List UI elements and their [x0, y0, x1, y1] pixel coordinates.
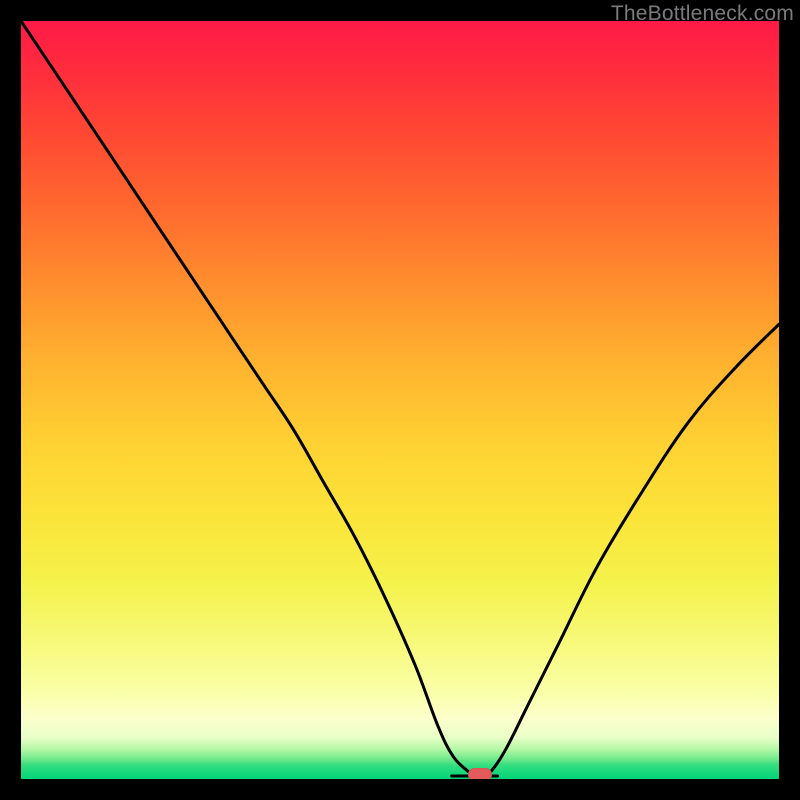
optimal-point-marker [468, 768, 492, 779]
chart-frame: TheBottleneck.com [0, 0, 800, 800]
bottleneck-curve [21, 21, 779, 779]
watermark-text: TheBottleneck.com [611, 2, 794, 26]
plot-area [21, 21, 779, 779]
